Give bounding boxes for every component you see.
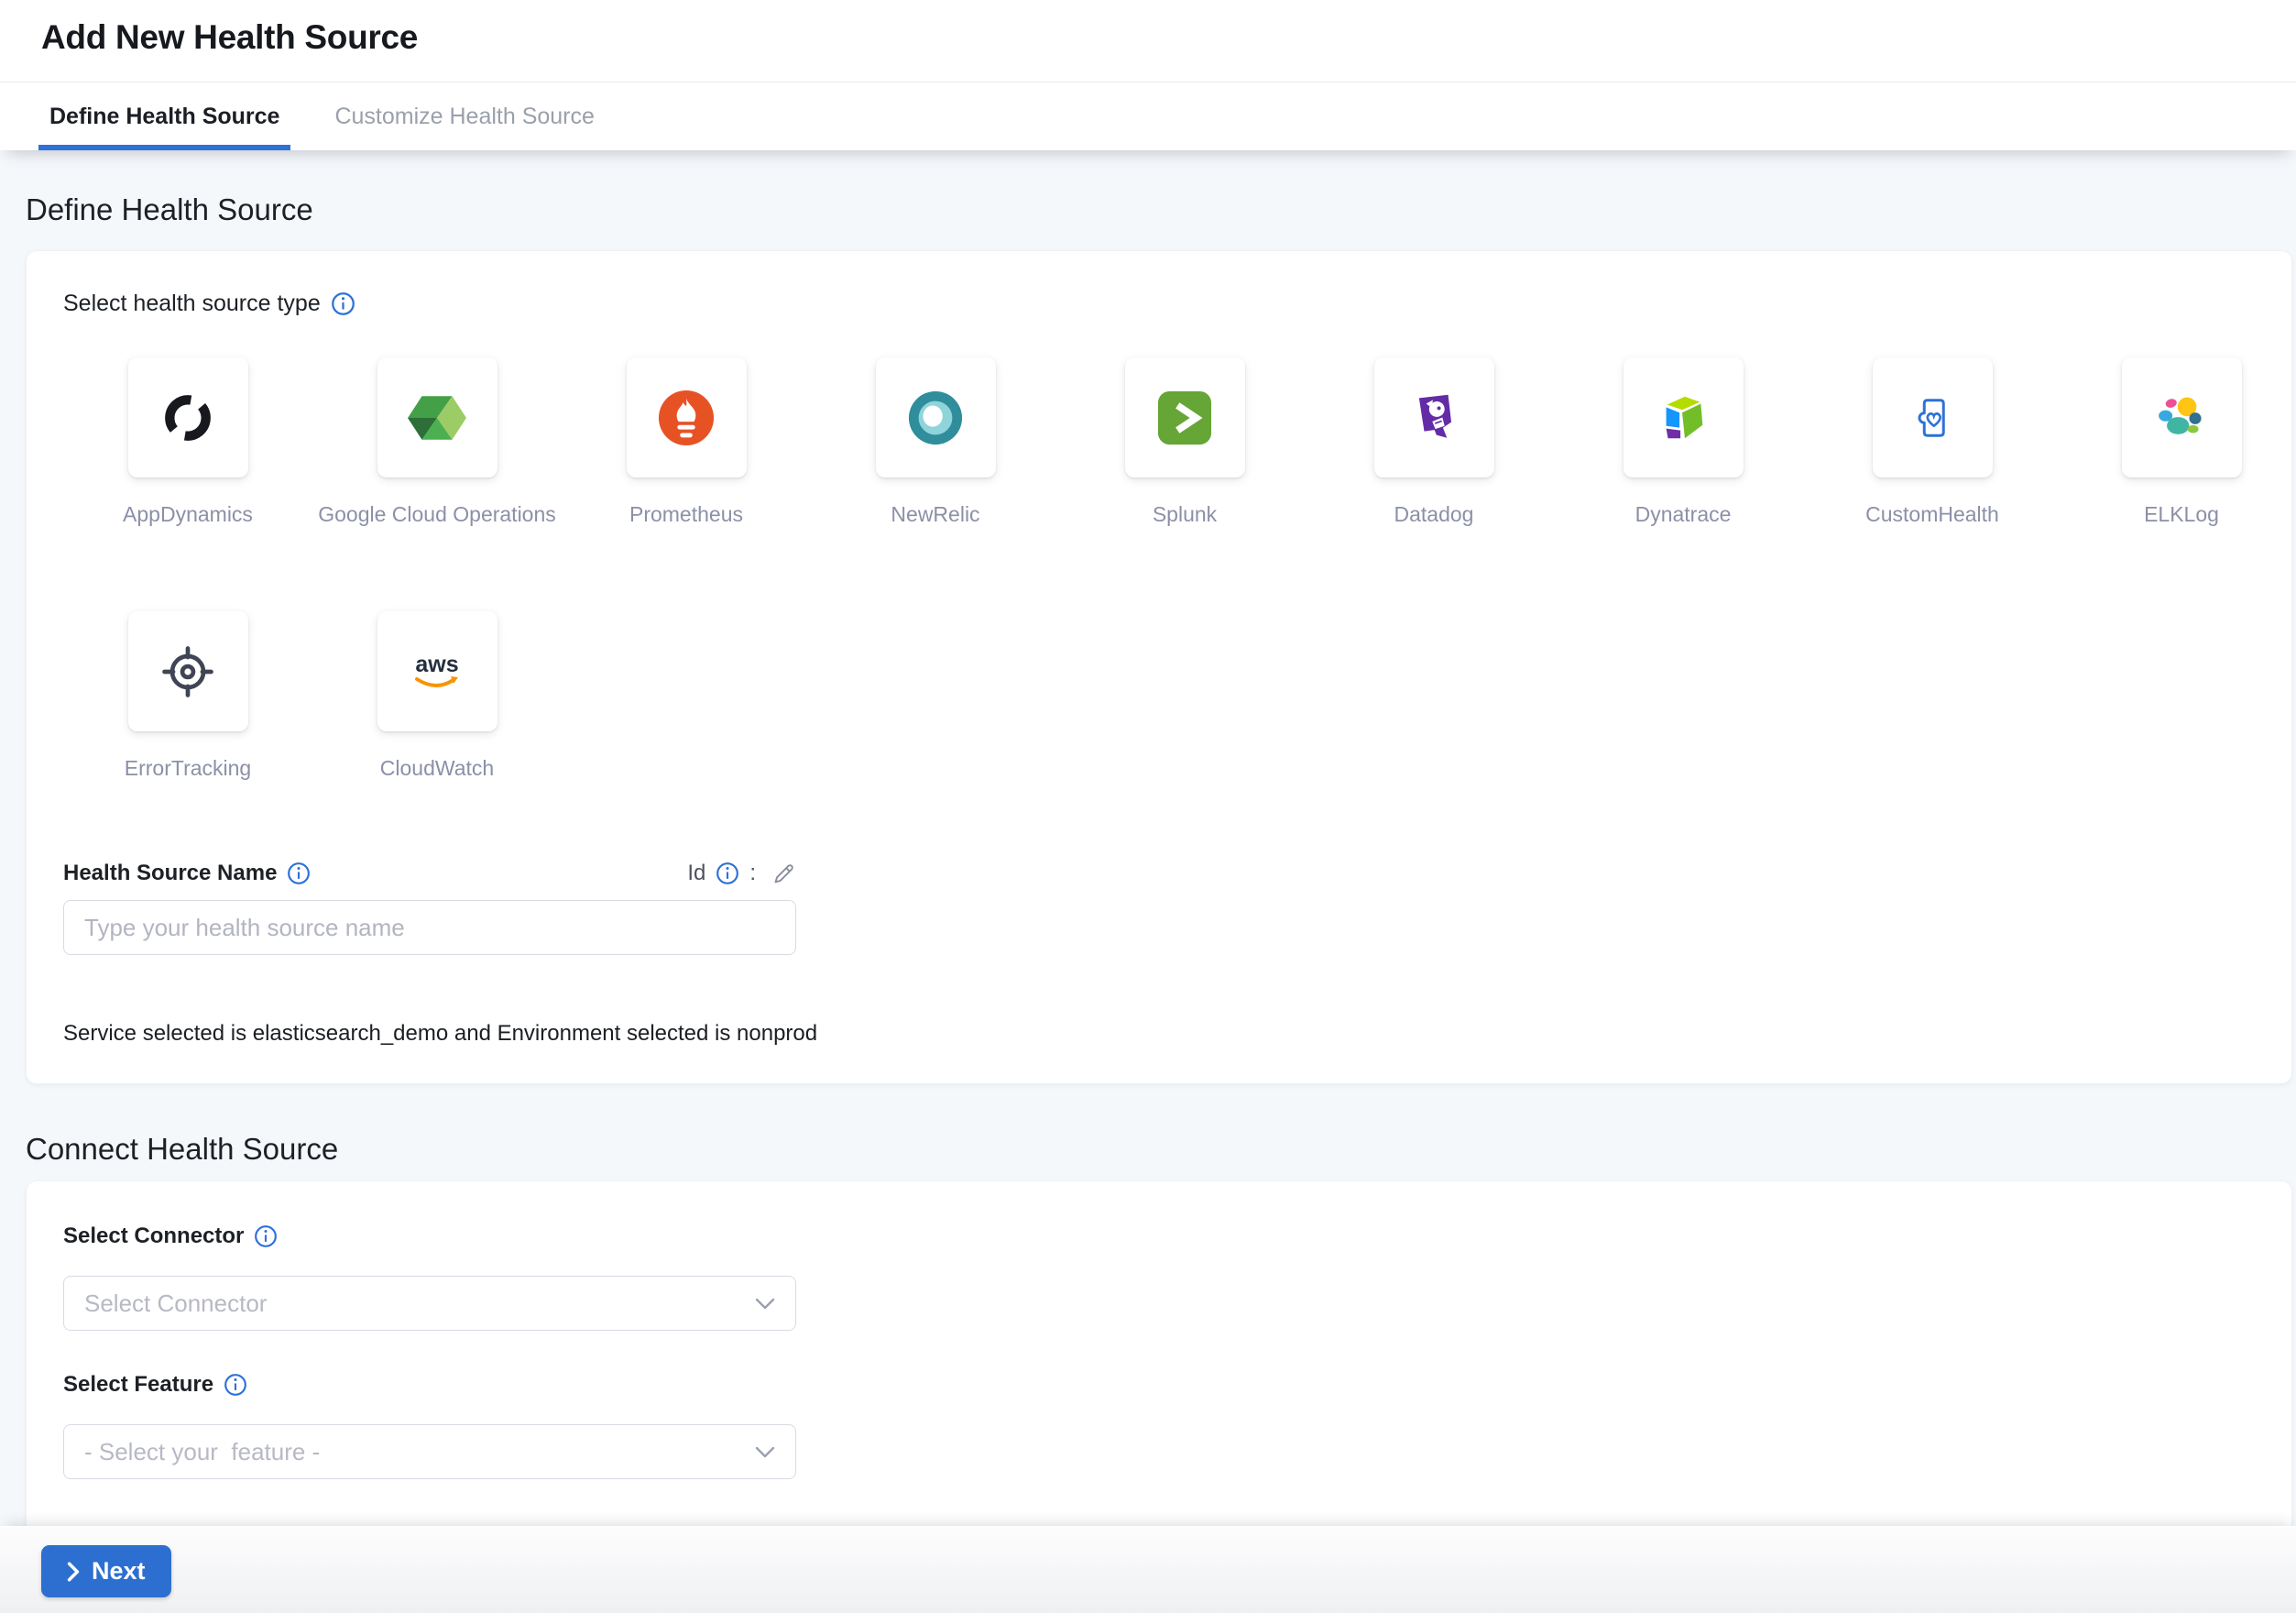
health-source-tile-label: Datadog bbox=[1394, 501, 1474, 527]
customhealth-card[interactable] bbox=[1873, 357, 1993, 477]
health-source-name-input[interactable] bbox=[63, 900, 796, 955]
health-source-tile-label: AppDynamics bbox=[123, 501, 253, 527]
edit-pencil-icon[interactable] bbox=[771, 861, 796, 886]
info-icon[interactable] bbox=[287, 861, 311, 885]
info-icon[interactable] bbox=[331, 291, 355, 316]
health-source-tile-customhealth: CustomHealth bbox=[1808, 357, 2057, 527]
health-source-name-label-row: Health Source Name bbox=[63, 860, 311, 887]
tab-label: Customize Health Source bbox=[334, 104, 594, 130]
select-health-source-type-label: Select health source type bbox=[63, 290, 321, 317]
health-source-tile-newrelic: NewRelic bbox=[811, 357, 1060, 527]
splunk-icon bbox=[1156, 390, 1213, 446]
connect-section-heading: Connect Health Source bbox=[26, 1132, 2296, 1167]
health-source-tile-label: Google Cloud Operations bbox=[318, 501, 556, 527]
define-health-source-card: Select health source type AppDynamics Goo… bbox=[26, 250, 2292, 1084]
datadog-card[interactable] bbox=[1374, 357, 1494, 477]
cloudwatch-aws-icon: aws bbox=[408, 643, 466, 700]
health-source-tile-dynatrace: Dynatrace bbox=[1558, 357, 1808, 527]
health-source-name-label: Health Source Name bbox=[63, 860, 277, 887]
id-group: Id : bbox=[687, 860, 796, 887]
prometheus-card[interactable] bbox=[627, 357, 747, 477]
select-connector-label-row: Select Connector bbox=[63, 1223, 2255, 1250]
google-cloud-operations-icon bbox=[407, 390, 467, 446]
errortracking-icon bbox=[157, 641, 219, 703]
id-colon: : bbox=[749, 860, 756, 887]
health-source-tile-label: CustomHealth bbox=[1865, 501, 1999, 527]
tab-customize-health-source[interactable]: Customize Health Source bbox=[323, 83, 605, 150]
tab-define-health-source[interactable]: Define Health Source bbox=[38, 83, 290, 150]
dynatrace-card[interactable] bbox=[1624, 357, 1744, 477]
dialog-footer: Next bbox=[0, 1526, 2296, 1613]
health-source-tile-label: ELKLog bbox=[2144, 501, 2219, 527]
connect-health-source-card: Select Connector Select Connector Select… bbox=[26, 1180, 2292, 1526]
prometheus-icon bbox=[658, 390, 715, 446]
add-health-source-dialog: Add New Health Source Define Health Sour… bbox=[0, 0, 2296, 1613]
select-health-source-type-label-row: Select health source type bbox=[63, 290, 2255, 317]
appdynamics-icon bbox=[160, 390, 215, 445]
info-icon[interactable] bbox=[254, 1224, 278, 1248]
elk-icon bbox=[2154, 391, 2209, 444]
customhealth-icon bbox=[1907, 392, 1958, 444]
page-title: Add New Health Source bbox=[0, 0, 2296, 57]
tab-label: Define Health Source bbox=[49, 104, 279, 130]
health-source-tile-cloudwatch: aws CloudWatch bbox=[312, 611, 562, 781]
chevron-right-icon bbox=[67, 1562, 80, 1582]
info-icon[interactable] bbox=[716, 861, 739, 885]
health-source-tile-label: Prometheus bbox=[629, 501, 743, 527]
health-source-tile-label: Splunk bbox=[1153, 501, 1217, 527]
health-source-type-grid: AppDynamics Google Cloud Operations Promet… bbox=[63, 357, 2296, 781]
cloudwatch-card[interactable]: aws bbox=[377, 611, 497, 731]
dialog-body: Define Health Source Select health sourc… bbox=[0, 150, 2296, 1526]
select-feature-label: Select Feature bbox=[63, 1371, 213, 1399]
id-label: Id bbox=[687, 860, 705, 887]
svg-text:aws: aws bbox=[415, 652, 458, 677]
feature-select[interactable]: - Select your feature - bbox=[63, 1424, 796, 1479]
health-source-tile-prometheus: Prometheus bbox=[562, 357, 811, 527]
select-connector-label: Select Connector bbox=[63, 1223, 244, 1250]
google-cloud-operations-card[interactable] bbox=[377, 357, 497, 477]
health-source-tile-splunk: Splunk bbox=[1060, 357, 1309, 527]
datadog-icon bbox=[1406, 390, 1461, 445]
appdynamics-card[interactable] bbox=[128, 357, 248, 477]
health-source-tile-elklog: ELKLog bbox=[2057, 357, 2296, 527]
health-source-tile-errortracking: ErrorTracking bbox=[63, 611, 312, 781]
health-source-name-row: Health Source Name Id : bbox=[63, 860, 796, 887]
connector-select[interactable]: Select Connector bbox=[63, 1276, 796, 1331]
health-source-tile-label: ErrorTracking bbox=[125, 755, 251, 781]
health-source-tile-label: NewRelic bbox=[891, 501, 979, 527]
health-source-tile-appdynamics: AppDynamics bbox=[63, 357, 312, 527]
health-source-tile-google-cloud-operations: Google Cloud Operations bbox=[312, 357, 562, 527]
connector-select-placeholder: Select Connector bbox=[84, 1289, 267, 1318]
elklog-card[interactable] bbox=[2122, 357, 2242, 477]
chevron-down-icon bbox=[755, 1446, 775, 1458]
health-source-tile-label: Dynatrace bbox=[1635, 501, 1732, 527]
define-section-heading: Define Health Source bbox=[26, 192, 2296, 227]
next-button[interactable]: Next bbox=[41, 1545, 171, 1597]
health-source-tile-datadog: Datadog bbox=[1309, 357, 1558, 527]
health-source-tile-label: CloudWatch bbox=[380, 755, 494, 781]
chevron-down-icon bbox=[755, 1298, 775, 1310]
next-button-label: Next bbox=[92, 1557, 146, 1586]
splunk-card[interactable] bbox=[1125, 357, 1245, 477]
newrelic-card[interactable] bbox=[876, 357, 996, 477]
errortracking-card[interactable] bbox=[128, 611, 248, 731]
tab-bar: Define Health Source Customize Health So… bbox=[0, 83, 2296, 150]
dialog-header: Add New Health Source bbox=[0, 0, 2296, 82]
dynatrace-icon bbox=[1655, 390, 1711, 446]
select-feature-group: Select Feature - Select your feature - bbox=[63, 1371, 2255, 1479]
feature-select-placeholder: - Select your feature - bbox=[84, 1438, 320, 1466]
info-icon[interactable] bbox=[224, 1373, 247, 1397]
newrelic-icon bbox=[907, 390, 964, 446]
service-environment-note: Service selected is elasticsearch_demo a… bbox=[63, 1021, 2255, 1047]
select-feature-label-row: Select Feature bbox=[63, 1371, 2255, 1399]
select-connector-group: Select Connector Select Connector bbox=[63, 1223, 2255, 1331]
